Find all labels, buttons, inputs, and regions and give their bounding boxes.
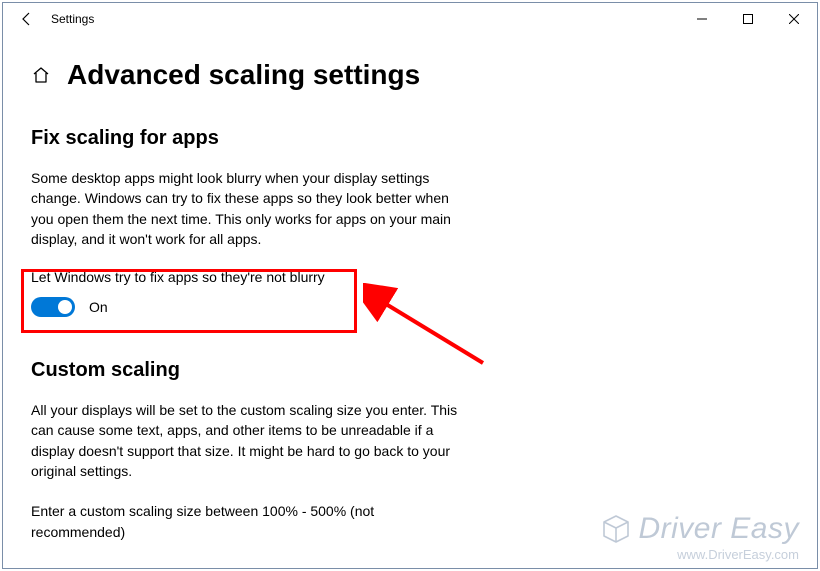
window-controls <box>679 3 817 35</box>
fix-blurry-toggle-label: Let Windows try to fix apps so they're n… <box>31 269 789 285</box>
section-custom-scaling-description: All your displays will be set to the cus… <box>31 400 471 481</box>
watermark-url: www.DriverEasy.com <box>600 547 799 562</box>
fix-blurry-toggle[interactable] <box>31 297 75 317</box>
section-custom-scaling-heading: Custom scaling <box>31 359 789 382</box>
section-custom-scaling: Custom scaling All your displays will be… <box>31 359 789 542</box>
titlebar: Settings <box>3 3 817 35</box>
page-title: Advanced scaling settings <box>67 59 420 91</box>
settings-window: Settings Advanced scaling se <box>2 2 818 569</box>
fix-blurry-toggle-state: On <box>89 299 108 315</box>
back-button[interactable] <box>11 3 43 35</box>
window-title: Settings <box>43 12 94 26</box>
fix-blurry-toggle-row: On <box>31 297 789 317</box>
custom-scaling-hint: Enter a custom scaling size between 100%… <box>31 501 471 542</box>
maximize-button[interactable] <box>725 3 771 35</box>
section-fix-scaling-heading: Fix scaling for apps <box>31 127 789 150</box>
toggle-knob <box>58 300 72 314</box>
close-button[interactable] <box>771 3 817 35</box>
minimize-button[interactable] <box>679 3 725 35</box>
section-fix-scaling-description: Some desktop apps might look blurry when… <box>31 168 471 249</box>
home-icon[interactable] <box>31 65 51 85</box>
header-row: Advanced scaling settings <box>31 59 789 91</box>
content-area: Advanced scaling settings Fix scaling fo… <box>3 35 817 542</box>
